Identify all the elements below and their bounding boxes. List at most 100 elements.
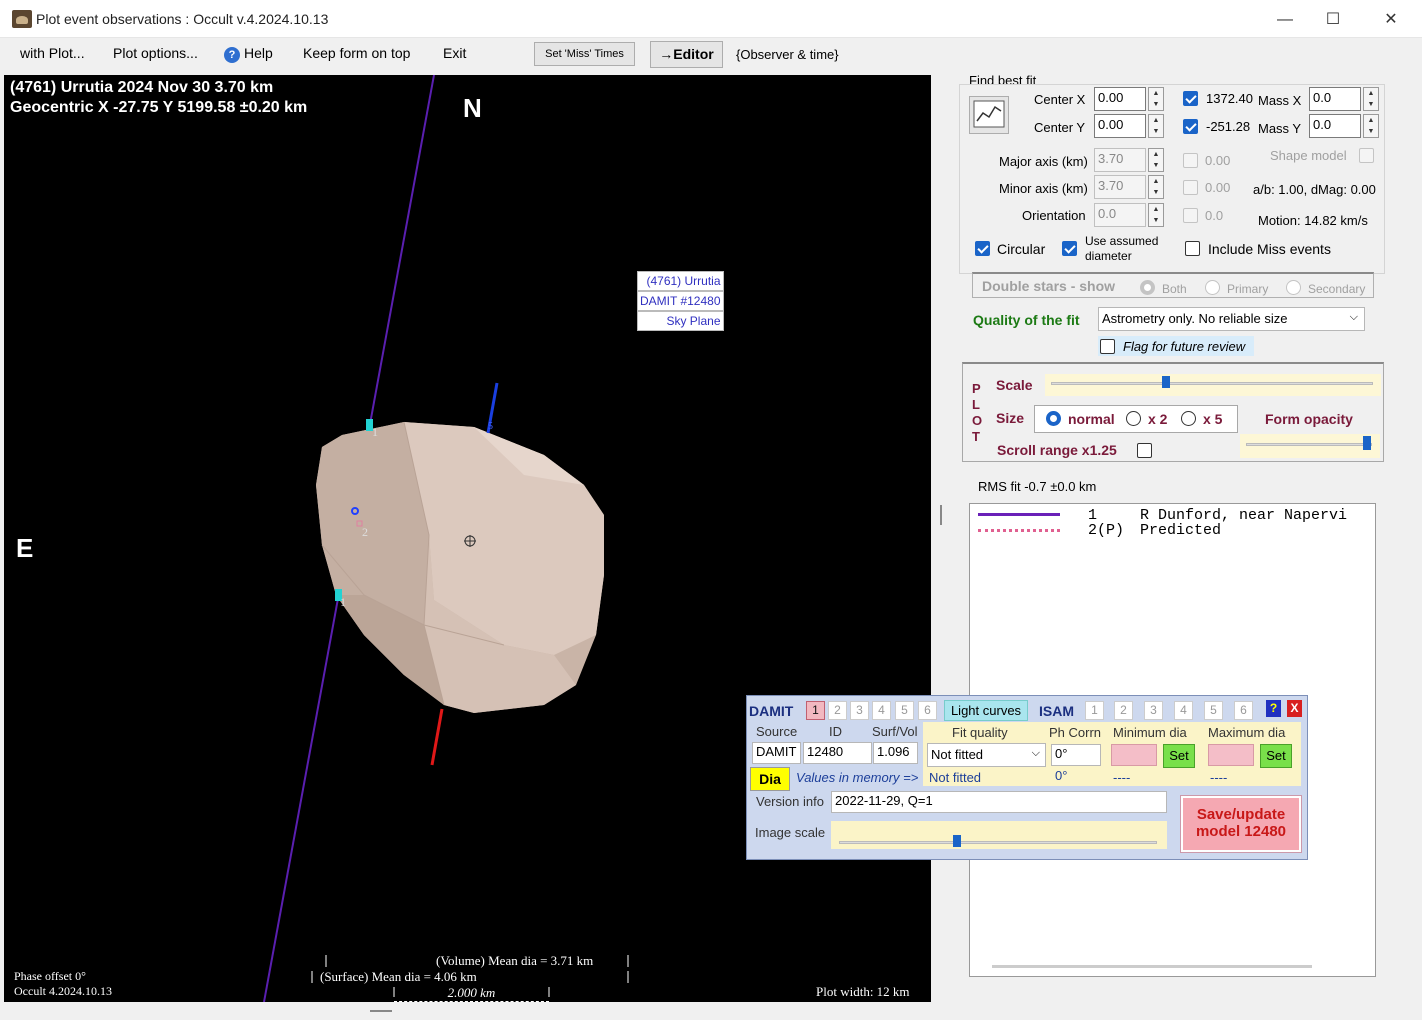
phase-offset: Phase offset 0° <box>14 969 86 983</box>
plot-canvas[interactable]: (4761) Urrutia 2024 Nov 30 3.70 km Geoce… <box>4 75 931 1002</box>
set-maximum-dia-button[interactable]: Set <box>1260 744 1292 768</box>
version-info-field[interactable]: 2022-11-29, Q=1 <box>831 791 1167 813</box>
center-y-input[interactable]: 0.00 <box>1094 114 1146 138</box>
surface-mean-dia: (Surface) Mean dia = 4.06 km <box>320 969 477 984</box>
include-miss-checkbox[interactable] <box>1185 241 1200 256</box>
image-scale-thumb[interactable] <box>953 835 961 847</box>
damit-model-3[interactable]: 3 <box>850 701 869 720</box>
form-opacity-thumb[interactable] <box>1363 436 1371 450</box>
major-axis-input[interactable]: 3.70 <box>1094 148 1146 172</box>
scroll-range-checkbox[interactable] <box>1137 443 1152 458</box>
source-label: Source <box>756 724 798 739</box>
bottom-grip[interactable] <box>370 1010 392 1012</box>
editor-button[interactable]: →Editor <box>650 41 723 68</box>
damit-help-button[interactable]: ? <box>1266 700 1281 717</box>
mass-y-spinner[interactable]: ▲ ▼ <box>1363 114 1379 138</box>
minimize-button[interactable]: — <box>1262 8 1308 32</box>
both-radio[interactable] <box>1140 280 1155 295</box>
plot-letter-p: P <box>972 381 981 396</box>
chevron-down-icon: ⌵ <box>1349 311 1358 323</box>
save-update-model-button[interactable]: Save/update model 12480 <box>1180 795 1302 853</box>
splitter[interactable] <box>940 505 942 525</box>
x-value: 1372.40 <box>1206 91 1253 106</box>
shape-model-checkbox[interactable] <box>1359 148 1374 163</box>
damit-close-button[interactable]: X <box>1287 700 1302 717</box>
window-title: Plot event observations : Occult v.4.202… <box>36 11 329 27</box>
major-axis-spinner[interactable]: ▲ ▼ <box>1148 148 1164 172</box>
ph-corrn-field[interactable]: 0° <box>1051 744 1101 766</box>
center-y-label: Center Y <box>1034 120 1086 135</box>
scale-slider-thumb[interactable] <box>1162 376 1170 388</box>
list-scrollbar[interactable] <box>992 965 1312 968</box>
isam-model-4[interactable]: 4 <box>1174 701 1193 720</box>
mass-x-spinner[interactable]: ▲ ▼ <box>1363 87 1379 111</box>
size-x5-label: x 5 <box>1203 411 1223 427</box>
size-normal-radio[interactable] <box>1046 411 1061 426</box>
damit-model-2[interactable]: 2 <box>828 701 847 720</box>
mass-y-input[interactable]: 0.0 <box>1309 114 1361 138</box>
size-x5-radio[interactable] <box>1181 411 1196 426</box>
set-minimum-dia-button[interactable]: Set <box>1163 744 1195 768</box>
model-label-name: (4761) Urrutia <box>637 271 724 291</box>
app-icon <box>12 10 32 28</box>
isam-model-1[interactable]: 1 <box>1085 701 1104 720</box>
minimum-dia-field[interactable] <box>1111 744 1157 766</box>
orientation-checkbox[interactable] <box>1183 208 1198 223</box>
scale-slider[interactable] <box>1045 374 1381 396</box>
center-y-spinner[interactable]: ▲ ▼ <box>1148 114 1164 138</box>
center-x-input[interactable]: 0.00 <box>1094 87 1146 111</box>
model-label-box: (4761) Urrutia DAMIT #12480 Sky Plane <box>637 271 724 331</box>
set-miss-times-button[interactable]: Set 'Miss' Times <box>534 42 635 66</box>
title-bar: Plot event observations : Occult v.4.202… <box>0 0 1422 38</box>
secondary-radio[interactable] <box>1286 280 1301 295</box>
damit-model-1[interactable]: 1 <box>806 701 825 720</box>
image-scale-slider[interactable] <box>831 821 1167 849</box>
y-fit-checkbox[interactable] <box>1183 119 1198 134</box>
minor-axis-input[interactable]: 3.70 <box>1094 175 1146 199</box>
circular-checkbox[interactable] <box>975 241 990 256</box>
damit-model-4[interactable]: 4 <box>872 701 891 720</box>
primary-radio[interactable] <box>1205 280 1220 295</box>
plot-letter-o: O <box>972 413 983 428</box>
source-field[interactable]: DAMIT <box>752 742 801 764</box>
x-fit-checkbox[interactable] <box>1183 91 1198 106</box>
menu-keep-on-top[interactable]: Keep form on top <box>303 45 410 61</box>
center-x-spinner[interactable]: ▲ ▼ <box>1148 87 1164 111</box>
scale-label: Scale <box>996 377 1033 393</box>
size-x2-radio[interactable] <box>1126 411 1141 426</box>
light-curves-button[interactable]: Light curves <box>944 700 1028 721</box>
close-button[interactable]: ✕ <box>1368 8 1414 32</box>
major-axis-checkbox[interactable] <box>1183 153 1198 168</box>
fit-quality-select[interactable]: Not fitted ⌵ <box>927 743 1046 767</box>
minor-axis-spinner[interactable]: ▲ ▼ <box>1148 175 1164 199</box>
mass-x-label: Mass X <box>1258 93 1302 108</box>
damit-model-5[interactable]: 5 <box>895 701 914 720</box>
menu-with-plot[interactable]: with Plot... <box>20 45 85 61</box>
form-opacity-slider[interactable] <box>1240 434 1380 458</box>
menu-help[interactable]: ? Help <box>224 45 273 63</box>
quality-select[interactable]: Astrometry only. No reliable size ⌵ <box>1098 307 1365 331</box>
minor-axis-checkbox[interactable] <box>1183 180 1198 195</box>
maximum-dia-field[interactable] <box>1208 744 1254 766</box>
isam-model-3[interactable]: 3 <box>1144 701 1163 720</box>
isam-model-6[interactable]: 6 <box>1234 701 1253 720</box>
isam-model-2[interactable]: 2 <box>1114 701 1133 720</box>
orientation-spinner[interactable]: ▲ ▼ <box>1148 203 1164 227</box>
mass-x-input[interactable]: 0.0 <box>1309 87 1361 111</box>
isam-model-5[interactable]: 5 <box>1204 701 1223 720</box>
ph-corrn-label: Ph Corrn <box>1049 725 1102 740</box>
find-best-fit-button[interactable] <box>969 96 1009 134</box>
memory-fit-quality: Not fitted <box>929 770 982 785</box>
version-info-label: Version info <box>756 794 824 809</box>
damit-model-6[interactable]: 6 <box>918 701 937 720</box>
dia-button[interactable]: Dia <box>750 767 790 791</box>
flag-review-checkbox[interactable] <box>1100 339 1115 354</box>
orientation-input[interactable]: 0.0 <box>1094 203 1146 227</box>
plot-letter-l: L <box>972 397 980 412</box>
maximize-button[interactable]: ☐ <box>1310 8 1356 32</box>
menu-plot-options[interactable]: Plot options... <box>113 45 198 61</box>
use-assumed-checkbox[interactable] <box>1062 241 1077 256</box>
menu-exit[interactable]: Exit <box>443 45 466 61</box>
surf-vol-field[interactable]: 1.096 <box>873 742 918 764</box>
id-field[interactable]: 12480 <box>803 742 872 764</box>
